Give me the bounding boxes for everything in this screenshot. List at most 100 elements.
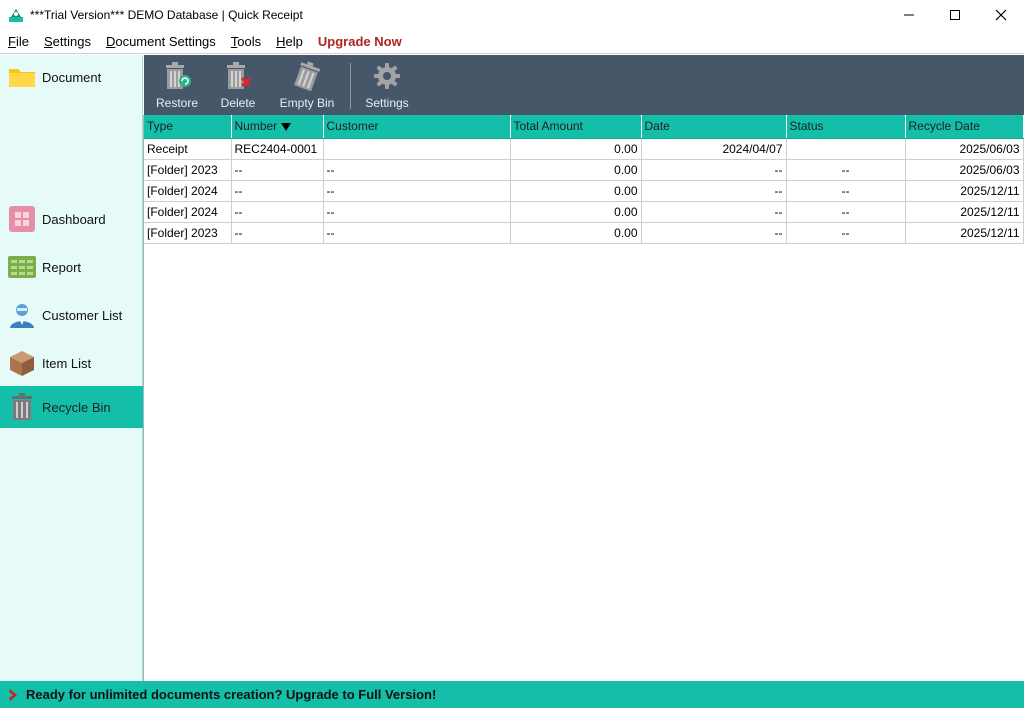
menu-settings-label: ettings bbox=[52, 34, 91, 49]
cell-date: 2024/04/07 bbox=[641, 138, 787, 160]
trash-icon bbox=[8, 393, 36, 421]
cell-recycle-date: 2025/12/11 bbox=[905, 180, 1024, 202]
column-header-status[interactable]: Status bbox=[786, 115, 906, 139]
cell-type: [Folder] 2023 bbox=[144, 222, 232, 244]
minimize-button[interactable] bbox=[886, 0, 932, 30]
settings-button[interactable]: Settings bbox=[362, 55, 412, 115]
empty-bin-label: Empty Bin bbox=[279, 96, 335, 110]
cell-recycle-date: 2025/06/03 bbox=[905, 159, 1024, 181]
toolbar-separator bbox=[350, 63, 351, 109]
upgrade-banner[interactable]: Ready for unlimited documents creation? … bbox=[0, 681, 1024, 708]
cell-type: [Folder] 2023 bbox=[144, 159, 232, 181]
title-bar: ***Trial Version*** DEMO Database | Quic… bbox=[0, 0, 1024, 30]
minimize-icon bbox=[904, 14, 914, 16]
cell-status bbox=[786, 138, 906, 160]
cell-customer: -- bbox=[323, 201, 511, 223]
cell-number: -- bbox=[231, 159, 324, 181]
table-row[interactable]: Receipt REC2404-0001 0.00 2024/04/07 202… bbox=[144, 138, 1024, 160]
column-header-customer[interactable]: Customer bbox=[323, 115, 511, 139]
sidebar-item-document[interactable]: Document bbox=[0, 63, 143, 91]
cell-recycle-date: 2025/06/03 bbox=[905, 138, 1024, 160]
cell-date: -- bbox=[641, 201, 787, 223]
menu-help-accel: H bbox=[276, 34, 286, 49]
menu-tools[interactable]: Tools bbox=[231, 34, 261, 49]
customer-icon bbox=[8, 301, 36, 329]
column-header-number[interactable]: Number bbox=[231, 115, 324, 139]
delete-label: Delete bbox=[220, 96, 256, 110]
cell-recycle-date: 2025/12/11 bbox=[905, 222, 1024, 244]
close-icon bbox=[995, 9, 1007, 21]
cell-type: [Folder] 2024 bbox=[144, 180, 232, 202]
cell-status: -- bbox=[786, 201, 906, 223]
cell-total-amount: 0.00 bbox=[510, 138, 642, 160]
table-row[interactable]: [Folder] 2023 -- -- 0.00 -- -- 2025/12/1… bbox=[144, 222, 1024, 244]
report-icon bbox=[8, 253, 36, 281]
menu-file[interactable]: File bbox=[8, 34, 29, 49]
sidebar-item-label: Document bbox=[42, 69, 102, 85]
cell-recycle-date: 2025/12/11 bbox=[905, 201, 1024, 223]
cell-total-amount: 0.00 bbox=[510, 180, 642, 202]
cell-status: -- bbox=[786, 222, 906, 244]
sidebar-item-recycle-bin[interactable]: Recycle Bin bbox=[0, 386, 143, 428]
cell-total-amount: 0.00 bbox=[510, 222, 642, 244]
empty-bin-button[interactable]: Empty Bin bbox=[276, 55, 338, 115]
menu-document-settings-accel: D bbox=[105, 34, 116, 49]
delete-icon bbox=[223, 60, 253, 92]
menu-upgrade-now[interactable]: Upgrade Now bbox=[318, 34, 402, 49]
cell-status: -- bbox=[786, 180, 906, 202]
empty-bin-icon bbox=[292, 60, 322, 92]
close-button[interactable] bbox=[978, 0, 1024, 30]
cell-total-amount: 0.00 bbox=[510, 159, 642, 181]
menu-file-label: ile bbox=[15, 34, 29, 49]
quick-receipt-logo-icon bbox=[9, 9, 23, 22]
column-header-date[interactable]: Date bbox=[641, 115, 787, 139]
maximize-icon bbox=[950, 10, 960, 20]
sidebar-item-label: Report bbox=[42, 259, 82, 275]
cell-number: -- bbox=[231, 201, 324, 223]
menu-bar: File Settings Document Settings Tools He… bbox=[0, 30, 1024, 54]
cell-date: -- bbox=[641, 159, 787, 181]
sidebar-item-label: Dashboard bbox=[42, 211, 106, 227]
window-title: ***Trial Version*** DEMO Database | Quic… bbox=[30, 8, 303, 22]
sidebar-item-dashboard[interactable]: Dashboard bbox=[0, 203, 143, 235]
maximize-button[interactable] bbox=[932, 0, 978, 30]
sidebar-item-label: Item List bbox=[42, 355, 92, 371]
sort-descending-icon bbox=[281, 123, 292, 132]
settings-label: Settings bbox=[365, 96, 409, 110]
cell-total-amount: 0.00 bbox=[510, 201, 642, 223]
menu-help-label: elp bbox=[285, 34, 303, 49]
column-header-number-label: Number bbox=[234, 119, 278, 134]
restore-button[interactable]: Restore bbox=[152, 55, 202, 115]
cell-number: -- bbox=[231, 222, 324, 244]
menu-tools-label: ools bbox=[237, 34, 262, 49]
folder-icon bbox=[8, 63, 36, 91]
cell-customer: -- bbox=[323, 159, 511, 181]
sidebar-item-customer-list[interactable]: Customer List bbox=[0, 299, 143, 331]
upgrade-banner-message: Ready for unlimited documents creation? … bbox=[26, 687, 437, 702]
sidebar-item-report[interactable]: Report bbox=[0, 251, 143, 283]
table-header: Type Number Customer Total Amount Date S… bbox=[144, 115, 1024, 139]
column-header-recycle-date[interactable]: Recycle Date bbox=[905, 115, 1024, 139]
column-header-total-amount[interactable]: Total Amount bbox=[510, 115, 642, 139]
cell-status: -- bbox=[786, 159, 906, 181]
menu-file-accel: F bbox=[8, 34, 16, 49]
cell-type: Receipt bbox=[144, 138, 232, 160]
cell-customer: -- bbox=[323, 222, 511, 244]
table-row[interactable]: [Folder] 2023 -- -- 0.00 -- -- 2025/06/0… bbox=[144, 159, 1024, 181]
delete-button[interactable]: Delete bbox=[216, 55, 260, 115]
gear-icon bbox=[372, 60, 402, 92]
column-header-type[interactable]: Type bbox=[144, 115, 232, 139]
dashboard-icon bbox=[8, 205, 36, 233]
toolbar: Restore Delete Empty Bin Settings bbox=[144, 55, 1024, 115]
table-row[interactable]: [Folder] 2024 -- -- 0.00 -- -- 2025/12/1… bbox=[144, 201, 1024, 223]
menu-settings[interactable]: Settings bbox=[44, 34, 91, 49]
table-row[interactable]: [Folder] 2024 -- -- 0.00 -- -- 2025/12/1… bbox=[144, 180, 1024, 202]
cell-number: -- bbox=[231, 180, 324, 202]
sidebar: Document Dashboard Report Customer List … bbox=[0, 55, 143, 681]
menu-document-settings[interactable]: Document Settings bbox=[106, 34, 216, 49]
cell-customer bbox=[323, 138, 511, 160]
sidebar-item-label: Recycle Bin bbox=[42, 399, 111, 415]
box-icon bbox=[8, 349, 36, 377]
sidebar-item-item-list[interactable]: Item List bbox=[0, 347, 143, 379]
menu-help[interactable]: Help bbox=[276, 34, 303, 49]
